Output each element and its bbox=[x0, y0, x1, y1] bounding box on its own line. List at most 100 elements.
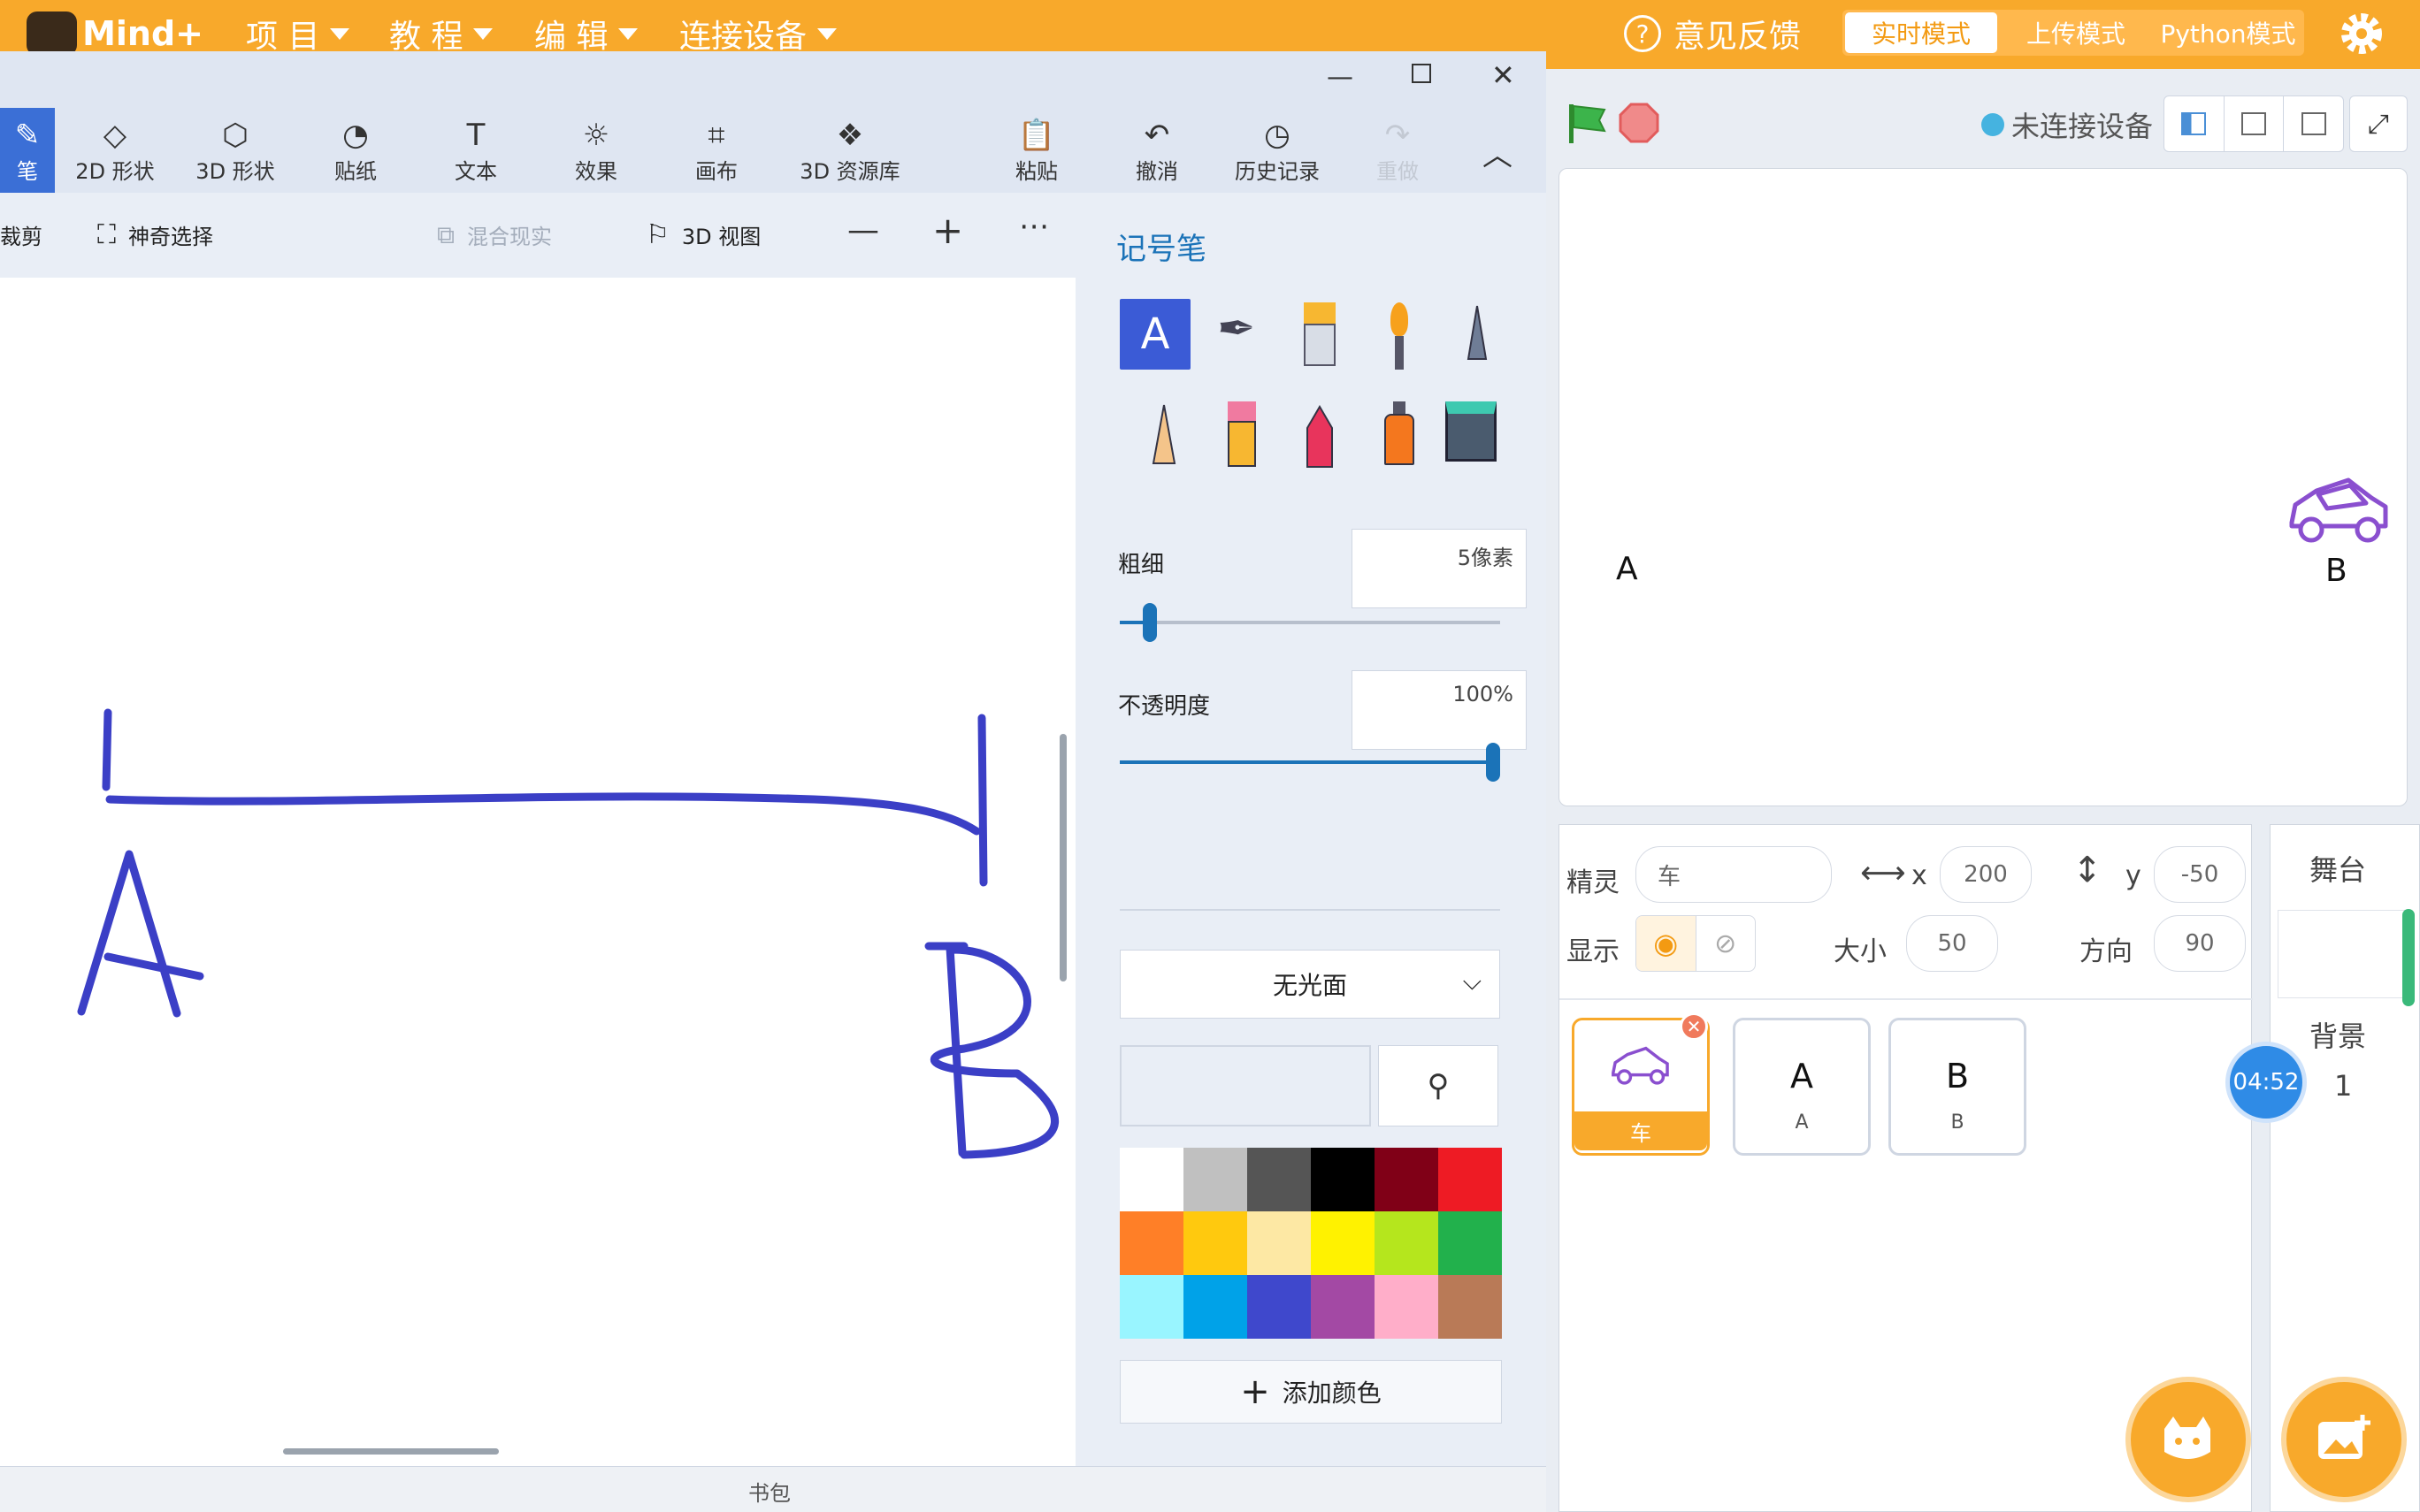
layout-large-stage-icon[interactable] bbox=[2284, 96, 2343, 151]
color-swatch[interactable] bbox=[1438, 1211, 1502, 1275]
crop-button[interactable]: 裁剪 bbox=[0, 219, 42, 250]
car-sprite-icon[interactable] bbox=[2286, 473, 2393, 553]
color-swatch[interactable] bbox=[1247, 1275, 1311, 1339]
color-swatch[interactable] bbox=[1247, 1211, 1311, 1275]
minimize-icon[interactable]: — bbox=[1327, 62, 1353, 93]
color-swatch[interactable] bbox=[1375, 1211, 1438, 1275]
undo-button[interactable]: ↶ 撤消 bbox=[1104, 117, 1210, 185]
x-input[interactable]: 200 bbox=[1940, 846, 2032, 903]
eye-hide-icon[interactable]: ⊘ bbox=[1695, 916, 1756, 971]
zoom-in-icon[interactable]: + bbox=[932, 209, 963, 252]
sprite-card-a[interactable]: A A bbox=[1733, 1018, 1871, 1156]
thickness-field[interactable]: 5像素 bbox=[1352, 529, 1527, 608]
add-sprite-button[interactable] bbox=[2125, 1377, 2251, 1502]
add-color-button[interactable]: + 添加颜色 bbox=[1120, 1360, 1502, 1424]
fill-bucket-icon[interactable] bbox=[1445, 401, 1498, 472]
mode-upload[interactable]: 上传模式 bbox=[2000, 10, 2152, 56]
color-swatch[interactable] bbox=[1438, 1148, 1502, 1211]
add-backdrop-button[interactable] bbox=[2281, 1377, 2407, 1502]
color-swatch[interactable] bbox=[1311, 1275, 1375, 1339]
tab-text[interactable]: T 文本 bbox=[423, 117, 529, 185]
sprite-card-title: B bbox=[1945, 1056, 1970, 1096]
maximize-icon[interactable] bbox=[1412, 64, 1431, 83]
thickness-slider-track[interactable] bbox=[1120, 621, 1500, 624]
sprite-card-name: 车 bbox=[1574, 1111, 1707, 1150]
green-flag-icon[interactable] bbox=[1566, 101, 1608, 145]
canvas-horizontal-scrollbar[interactable] bbox=[283, 1448, 499, 1455]
menu-project[interactable]: 项 目 bbox=[246, 11, 350, 57]
spray-can-icon[interactable] bbox=[1373, 401, 1426, 472]
menu-edit[interactable]: 编 辑 bbox=[534, 11, 639, 57]
color-swatch[interactable] bbox=[1375, 1275, 1438, 1339]
close-icon[interactable]: ✕ bbox=[1491, 58, 1515, 92]
delete-sprite-icon[interactable]: ✕ bbox=[1680, 1012, 1708, 1041]
color-swatch[interactable] bbox=[1311, 1211, 1375, 1275]
timer-badge[interactable]: 04:52 bbox=[2225, 1042, 2307, 1123]
thickness-slider-thumb[interactable] bbox=[1142, 603, 1157, 642]
backdrop-count: 1 bbox=[2334, 1069, 2353, 1103]
color-swatch[interactable] bbox=[1120, 1148, 1183, 1211]
oil-brush-icon[interactable] bbox=[1293, 302, 1346, 370]
history-button[interactable]: ◷ 历史记录 bbox=[1224, 117, 1330, 185]
color-swatch[interactable] bbox=[1183, 1211, 1247, 1275]
settings-gear-icon[interactable] bbox=[2339, 11, 2385, 57]
size-input[interactable]: 50 bbox=[1906, 915, 1998, 972]
color-swatch[interactable] bbox=[1120, 1275, 1183, 1339]
zoom-out-icon[interactable]: — bbox=[847, 212, 879, 248]
stage-panel-scrollbar[interactable] bbox=[2402, 909, 2415, 1006]
paste-button[interactable]: 📋 粘贴 bbox=[984, 117, 1090, 185]
tab-effects[interactable]: ☼ 效果 bbox=[543, 117, 649, 185]
tab-brushes[interactable]: ✎ 笔 bbox=[0, 108, 55, 193]
canvas-vertical-scrollbar[interactable] bbox=[1060, 734, 1067, 981]
mode-realtime[interactable]: 实时模式 bbox=[1845, 12, 1997, 53]
magic-select-button[interactable]: ⛶ 神奇选择 bbox=[97, 219, 213, 250]
fullscreen-icon[interactable]: ⤢ bbox=[2349, 95, 2408, 152]
layout-small-stage-icon[interactable] bbox=[2164, 96, 2225, 151]
marker-brush-icon[interactable]: A bbox=[1120, 299, 1191, 370]
tab-stickers[interactable]: ◔ 贴纸 bbox=[302, 117, 409, 185]
sprite-card-b[interactable]: B B bbox=[1888, 1018, 2026, 1156]
menu-connect-device[interactable]: 连接设备 bbox=[679, 11, 838, 57]
redo-button[interactable]: ↷ 重做 bbox=[1344, 117, 1451, 185]
color-swatch[interactable] bbox=[1120, 1211, 1183, 1275]
tab-3d-shapes[interactable]: ⬡ 3D 形状 bbox=[182, 117, 288, 185]
eraser-icon[interactable] bbox=[1215, 401, 1268, 472]
drawing-canvas[interactable] bbox=[0, 278, 1076, 1466]
eyedropper-icon[interactable]: ⚲ bbox=[1378, 1045, 1498, 1126]
image-add-icon bbox=[2318, 1415, 2370, 1459]
color-swatch[interactable] bbox=[1183, 1148, 1247, 1211]
stage-canvas[interactable]: A B bbox=[1558, 168, 2408, 806]
tab-2d-shapes[interactable]: ◇ 2D 形状 bbox=[62, 117, 168, 185]
color-swatch[interactable] bbox=[1438, 1275, 1502, 1339]
collapse-ribbon-icon[interactable]: ︿ bbox=[1482, 131, 1512, 174]
stage-thumbnail[interactable] bbox=[2278, 910, 2410, 998]
mode-python[interactable]: Python模式 bbox=[2152, 10, 2304, 56]
feedback-button[interactable]: ? 意见反馈 bbox=[1624, 11, 1801, 57]
sprite-name-input[interactable]: 车 bbox=[1635, 846, 1832, 903]
color-swatch[interactable] bbox=[1311, 1148, 1375, 1211]
crayon-icon[interactable] bbox=[1293, 401, 1346, 472]
backpack-bar[interactable]: 书包 bbox=[0, 1466, 1546, 1512]
stop-icon[interactable] bbox=[1619, 103, 1659, 143]
pixel-pen-icon[interactable] bbox=[1451, 302, 1504, 370]
opacity-field[interactable]: 100% bbox=[1352, 670, 1527, 750]
menu-tutorial[interactable]: 教 程 bbox=[389, 11, 494, 57]
layout-normal-stage-icon[interactable] bbox=[2225, 96, 2285, 151]
calligraphy-pen-icon[interactable]: ✒ bbox=[1217, 302, 1270, 370]
color-swatch[interactable] bbox=[1375, 1148, 1438, 1211]
more-icon[interactable]: ⋯ bbox=[1019, 209, 1049, 244]
y-input[interactable]: -50 bbox=[2154, 846, 2246, 903]
opacity-slider-thumb[interactable] bbox=[1486, 743, 1500, 782]
watercolor-brush-icon[interactable] bbox=[1373, 302, 1426, 370]
color-swatch[interactable] bbox=[1247, 1148, 1311, 1211]
color-swatch[interactable] bbox=[1183, 1275, 1247, 1339]
direction-input[interactable]: 90 bbox=[2154, 915, 2246, 972]
eye-show-icon[interactable]: ◉ bbox=[1636, 916, 1696, 971]
tab-3d-library[interactable]: ❖ 3D 资源库 bbox=[784, 117, 916, 185]
pencil-icon[interactable] bbox=[1137, 401, 1191, 472]
clipboard-icon: 📋 bbox=[1017, 118, 1056, 153]
tab-canvas[interactable]: ⌗ 画布 bbox=[663, 117, 770, 185]
mixed-reality-button[interactable]: ⧉ 混合现实 bbox=[437, 219, 552, 250]
3d-view-button[interactable]: ⚐ 3D 视图 bbox=[646, 219, 761, 250]
finish-dropdown[interactable]: 无光面 ⌵ bbox=[1120, 950, 1500, 1019]
